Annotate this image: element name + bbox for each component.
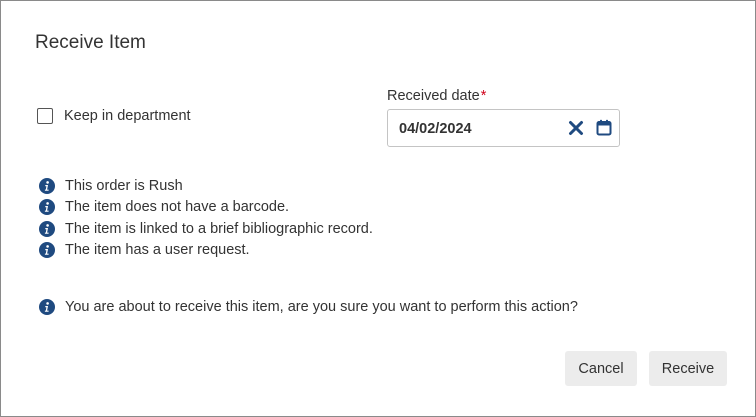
receive-button[interactable]: Receive [649,351,727,386]
keep-in-department-row[interactable]: Keep in department [37,108,191,124]
close-x-icon[interactable] [568,120,584,136]
required-marker: * [480,88,487,104]
info-message: The item is linked to a brief bibliograp… [39,219,373,238]
cancel-button[interactable]: Cancel [565,351,637,386]
info-message-text: This order is Rush [65,177,183,194]
info-circle-icon [39,242,55,258]
info-message-text: The item has a user request. [65,242,250,258]
info-message: The item has a user request. [39,241,373,260]
received-date-label: Received date* [387,88,486,104]
confirmation-text: You are about to receive this item, are … [65,299,578,315]
receive-item-dialog: Receive Item Keep in department Received… [0,0,756,417]
calendar-icon[interactable] [596,119,612,136]
info-circle-icon [39,199,55,215]
info-message-text: The item is linked to a brief bibliograp… [65,220,373,237]
info-message-list: This order is Rush The item does not hav… [39,176,373,262]
info-circle-icon [39,299,55,315]
received-date-input[interactable] [399,121,549,137]
info-circle-icon [39,220,55,237]
info-message-text: The item does not have a barcode. [65,199,290,215]
received-date-field[interactable] [387,109,620,147]
confirmation-message: You are about to receive this item, are … [39,299,578,315]
dialog-title: Receive Item [35,32,146,53]
keep-in-department-label: Keep in department [64,108,191,124]
received-date-label-text: Received date [387,88,480,104]
info-message: This order is Rush [39,176,373,195]
info-message: The item does not have a barcode. [39,198,373,217]
info-circle-icon [39,177,55,194]
keep-in-department-checkbox[interactable] [37,108,53,124]
